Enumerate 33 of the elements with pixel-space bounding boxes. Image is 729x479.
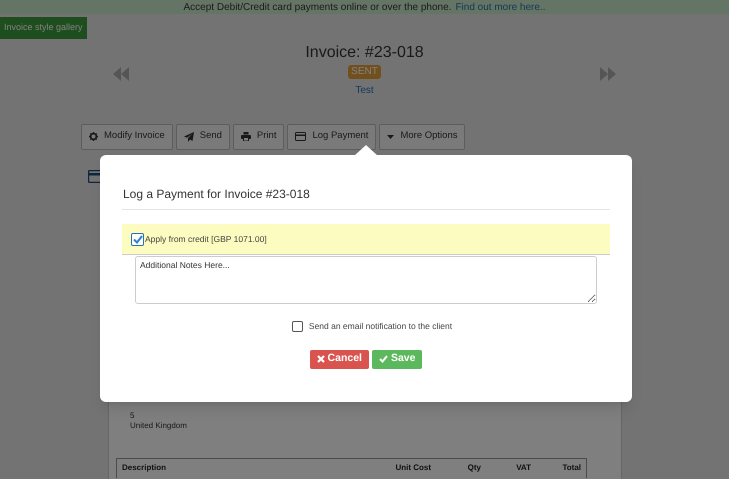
toolbar-button[interactable]: Modify Invoice bbox=[81, 124, 173, 150]
email-notification-checkbox[interactable] bbox=[292, 320, 303, 332]
column-header: Qty bbox=[466, 462, 481, 474]
card-icon bbox=[295, 132, 306, 141]
paper-plane-icon bbox=[184, 132, 194, 142]
toolbar-button[interactable]: Send bbox=[176, 124, 230, 150]
toolbar-button[interactable]: Log Payment bbox=[287, 124, 376, 150]
status-badge: SENT bbox=[348, 64, 381, 78]
invoice-style-gallery-button[interactable]: Invoice style gallery bbox=[0, 17, 87, 38]
notes-field[interactable]: Additional Notes Here... bbox=[135, 256, 597, 304]
cancel-button[interactable]: Cancel bbox=[310, 350, 369, 369]
banner-text: Accept Debit/Credit card payments online or over the phone. bbox=[184, 2, 452, 14]
address-line: 5 bbox=[130, 410, 136, 420]
dialog-title: Log a Payment for Invoice #23-018 bbox=[123, 187, 311, 201]
column-header: VAT bbox=[515, 462, 531, 474]
find-out-more-link[interactable]: Find out more here.. bbox=[455, 2, 546, 14]
apply-credit-label: Apply from credit [GBP 1071.00] bbox=[145, 232, 267, 246]
check-icon bbox=[378, 355, 388, 364]
invoice-title: Invoice: #23-018 bbox=[305, 42, 424, 62]
caret-icon bbox=[387, 134, 394, 138]
column-header: Unit Cost bbox=[394, 462, 431, 474]
client-link[interactable]: Test bbox=[355, 82, 374, 98]
apply-credit-checkbox[interactable] bbox=[131, 232, 144, 246]
email-notification-label: Send an email notification to the client bbox=[308, 320, 452, 333]
printer-icon bbox=[240, 132, 251, 141]
toolbar-button[interactable]: Print bbox=[232, 124, 284, 150]
toolbar-button[interactable]: More Options bbox=[379, 124, 466, 150]
address-line: United Kingdom bbox=[130, 420, 188, 430]
gear-icon bbox=[89, 132, 98, 141]
close-icon bbox=[316, 355, 325, 364]
save-button[interactable]: Save bbox=[372, 350, 422, 369]
column-header: Description bbox=[122, 462, 168, 474]
column-header: Total bbox=[561, 462, 581, 474]
